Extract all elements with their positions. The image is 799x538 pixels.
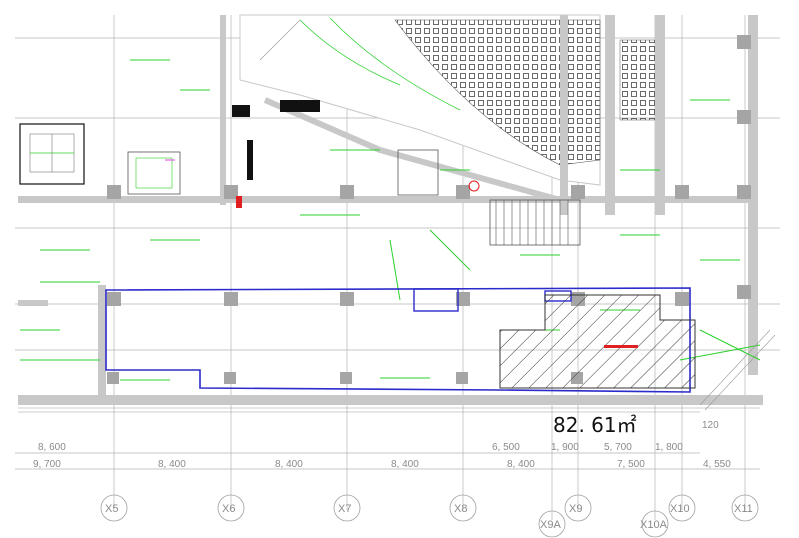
dimension-upper-4: 5, 700	[604, 442, 632, 453]
highlight-tag-marker	[604, 345, 638, 348]
dimension-lower-7: 4, 550	[703, 459, 731, 470]
axis-label-x10: X10	[670, 503, 690, 515]
axis-label-x8: X8	[454, 503, 467, 515]
dimension-upper-5: 1, 800	[655, 442, 683, 453]
axis-label-x10a: X10A	[640, 519, 668, 531]
axis-label-x6: X6	[222, 503, 235, 515]
dimension-lower-1: 9, 700	[33, 459, 61, 470]
axis-label-x7: X7	[338, 503, 351, 515]
dimension-lower-2: 8, 400	[158, 459, 186, 470]
axis-label-x5: X5	[105, 503, 118, 515]
dimension-upper-3: 1, 900	[551, 442, 579, 453]
axis-label-x9: X9	[569, 503, 582, 515]
dimension-lower-5: 8, 400	[507, 459, 535, 470]
dimension-lower-4: 8, 400	[391, 459, 419, 470]
floor-plan-drawing: 82. 61㎡ 120 8, 600 6, 500 1, 900 5, 700 …	[0, 0, 799, 538]
dimension-lower-6: 7, 500	[617, 459, 645, 470]
small-dimension-note: 120	[702, 420, 719, 431]
area-label: 82. 61㎡	[553, 413, 637, 437]
dimension-upper-2: 6, 500	[492, 442, 520, 453]
axis-label-x11: X11	[734, 503, 753, 515]
axis-label-x9a: X9A	[540, 519, 561, 531]
dimension-upper-1: 8, 600	[38, 442, 66, 453]
dimension-lower-3: 8, 400	[275, 459, 303, 470]
